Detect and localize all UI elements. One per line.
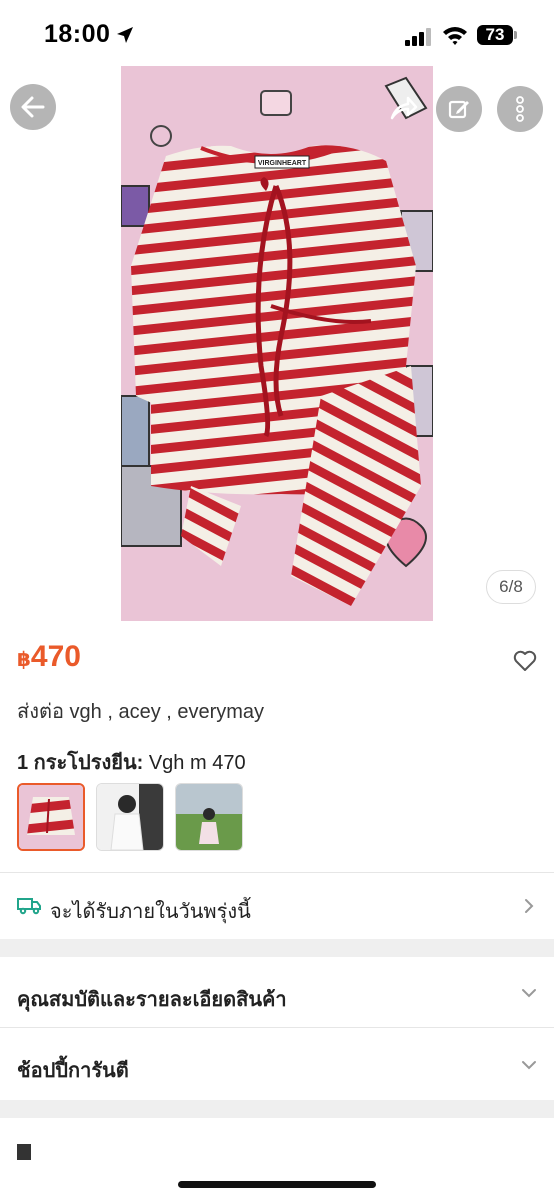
chevron-right-icon (525, 899, 534, 913)
share-arrow-icon (390, 96, 418, 120)
more-options-button[interactable] (497, 86, 543, 132)
specs-row[interactable]: คุณสมบัติและรายละเอียดสินค้า (0, 957, 554, 1027)
chevron-down-icon (522, 1061, 536, 1070)
edit-icon (448, 100, 469, 119)
variant-thumbnail-3[interactable] (175, 783, 243, 851)
variant-value: Vgh m 470 (148, 752, 246, 774)
image-counter: 6/8 (486, 570, 536, 604)
thumbnail-image (97, 784, 163, 850)
arrow-left-icon (21, 96, 45, 118)
delivery-truck-icon (17, 898, 41, 915)
price: ฿470 (17, 640, 81, 674)
status-bar: 18:00 73 (0, 0, 554, 66)
thumbnail-image (19, 785, 83, 849)
specs-label: คุณสมบัติและรายละเอียดสินค้า (17, 989, 287, 1011)
garment-label: VIRGINHEART (258, 160, 307, 167)
rating-score-partial (17, 1144, 31, 1160)
variant-thumbnail-2[interactable] (96, 783, 164, 851)
edit-button[interactable] (436, 86, 482, 132)
striped-top-illustration: VIRGINHEART (121, 66, 433, 621)
product-title: ส่งต่อ vgh , acey , everymay (17, 701, 265, 723)
variant-thumbnails (17, 783, 243, 851)
heart-icon[interactable] (513, 650, 537, 672)
section-gap (0, 1100, 554, 1118)
battery-cap (514, 31, 517, 39)
variant-thumbnail-1[interactable] (17, 783, 85, 851)
more-vertical-icon (516, 96, 524, 122)
location-arrow-icon (117, 27, 133, 43)
home-indicator[interactable] (178, 1181, 376, 1188)
wifi-icon (443, 27, 467, 45)
status-time: 18:00 (44, 20, 111, 48)
thumbnail-image (176, 784, 242, 850)
chevron-down-icon (522, 989, 536, 998)
guarantee-label: ช้อปปี้การันตี (17, 1060, 129, 1082)
battery-indicator: 73 (477, 25, 513, 45)
variant-label: 1 กระโปรงยีน: (17, 752, 144, 774)
section-gap (0, 939, 554, 957)
back-button[interactable] (10, 84, 56, 130)
currency-symbol: ฿ (17, 649, 31, 671)
share-button[interactable] (380, 86, 426, 132)
delivery-text: จะได้รับภายในวันพรุ่งนี้ (50, 901, 251, 923)
price-value: 470 (30, 640, 81, 673)
cellular-signal-icon (405, 28, 431, 46)
variant-row: 1 กระโปรงยีน: Vgh m 470 (17, 746, 246, 778)
product-image[interactable]: VIRGINHEART (121, 66, 433, 621)
ratings-row-clipped-content (17, 1144, 537, 1160)
guarantee-row[interactable]: ช้อปปี้การันตี (0, 1028, 554, 1100)
delivery-row[interactable]: จะได้รับภายในวันพรุ่งนี้ (0, 873, 554, 939)
